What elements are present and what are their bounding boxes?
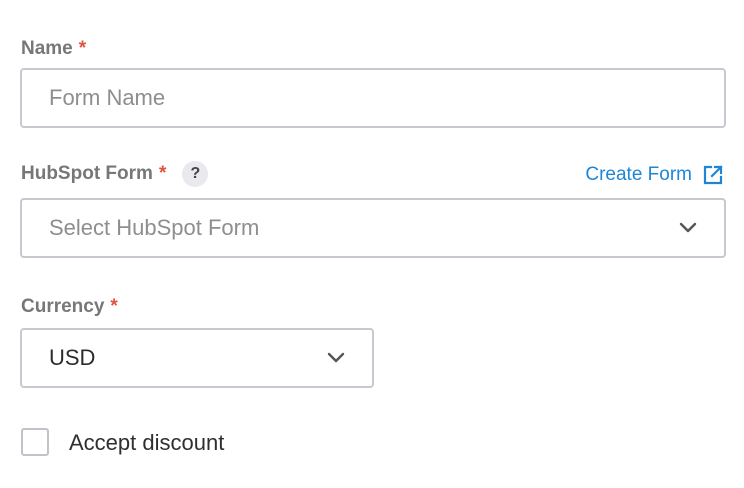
currency-select[interactable]: USD — [20, 328, 374, 388]
hubspot-form-label-text: HubSpot Form — [21, 163, 153, 184]
accept-discount-checkbox[interactable] — [21, 428, 49, 456]
currency-label-text: Currency — [21, 296, 105, 317]
hubspot-form-label: HubSpot Form * ? — [21, 161, 209, 187]
create-form-link[interactable]: Create Form — [585, 164, 724, 186]
required-marker: * — [78, 38, 87, 59]
name-label-text: Name — [21, 38, 73, 59]
chevron-down-icon — [679, 222, 697, 233]
accept-discount-label[interactable]: Accept discount — [69, 430, 224, 456]
required-marker: * — [110, 296, 118, 317]
hubspot-form-select[interactable]: Select HubSpot Form — [20, 198, 726, 258]
currency-label: Currency * — [21, 296, 118, 318]
external-link-icon — [703, 165, 723, 185]
form-name-placeholder: Form Name — [49, 85, 166, 110]
chevron-down-icon — [327, 352, 345, 363]
required-marker: * — [158, 163, 167, 184]
form-name-input[interactable]: Form Name — [20, 68, 726, 128]
help-icon[interactable]: ? — [182, 161, 209, 187]
hubspot-form-placeholder: Select HubSpot Form — [49, 215, 260, 240]
create-form-link-text: Create Form — [585, 164, 692, 185]
name-label: Name * — [21, 38, 86, 60]
currency-value: USD — [49, 345, 96, 370]
